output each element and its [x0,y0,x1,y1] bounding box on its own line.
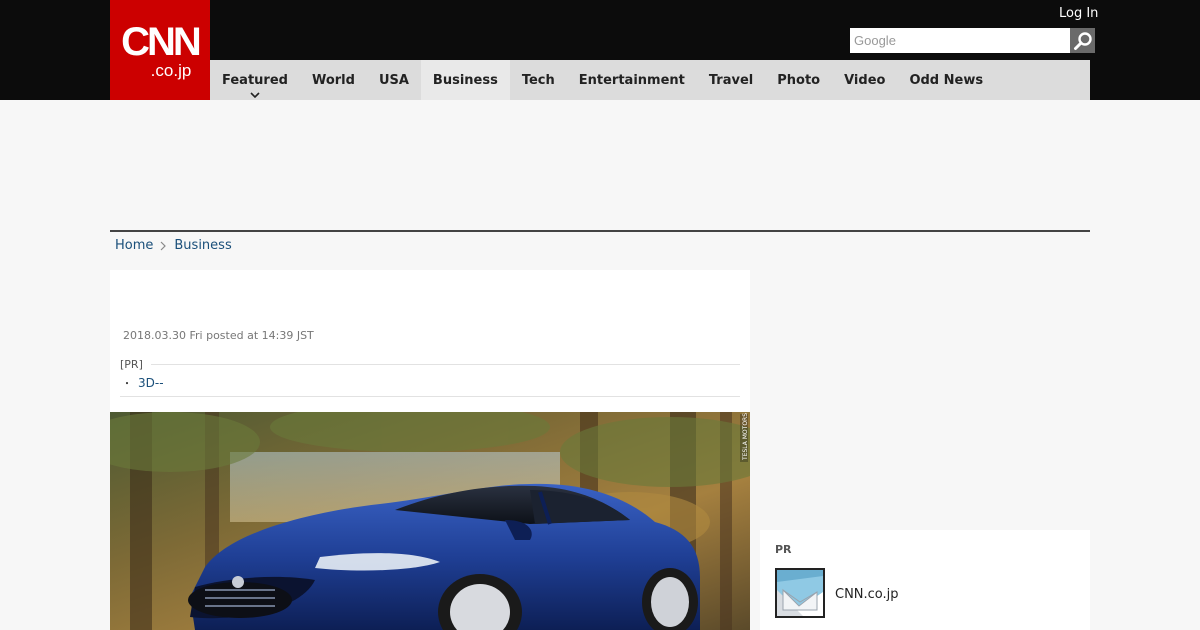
nav-item-entertainment[interactable]: Entertainment [567,60,697,100]
section-divider [110,230,1090,232]
breadcrumb-business[interactable]: Business [174,238,231,253]
nav-item-featured[interactable]: Featured [210,60,300,100]
nav-item-odd-news[interactable]: Odd News [897,60,995,100]
breadcrumb: Home Business [115,238,232,253]
article-photo: TESLA MOTORS [110,412,750,630]
bullet-icon: ・ [122,379,132,390]
photo-credit: TESLA MOTORS [742,413,749,461]
logo-main-text: CNN [121,20,202,64]
search-button[interactable] [1070,28,1095,53]
nav-item-label: Entertainment [578,72,685,88]
nav-item-travel[interactable]: Travel [697,60,765,100]
sidebar-pr-box: PR CNN.co.jp [760,530,1090,630]
sidebar-pr-thumbnail[interactable] [775,568,825,618]
nav-item-photo[interactable]: Photo [765,60,832,100]
nav-item-label: Odd News [909,72,984,88]
nav-item-usa[interactable]: USA [367,60,421,100]
chevron-down-icon [250,92,260,98]
nav-item-video[interactable]: Video [832,60,897,100]
nav-item-business[interactable]: Business [420,60,510,100]
main-nav: Featured World USA Business Tech Enterta… [210,60,1090,100]
pr-item: ・ 3D-- [122,375,164,391]
nav-item-label: Tech [521,72,555,88]
nav-item-label: Video [844,72,886,88]
nav-item-label: Business [432,72,498,88]
sidebar-pr-title[interactable]: CNN.co.jp [835,587,899,602]
nav-item-label: Featured [222,72,288,88]
pr-divider-bottom [120,396,740,397]
ad-banner-space [110,100,1090,230]
pr-link[interactable]: 3D-- [138,376,164,390]
cnn-logo[interactable]: CNN .co.jp [110,0,210,100]
magnifier-icon [1073,31,1092,50]
pr-header: [PR] [120,358,740,371]
pr-divider [150,364,740,365]
search-input[interactable] [850,28,1070,53]
nav-item-world[interactable]: World [300,60,367,100]
sidebar-pr-label: PR [775,543,792,556]
mail-icon [777,570,823,616]
pr-label: [PR] [120,358,143,371]
nav-item-tech[interactable]: Tech [510,60,567,100]
nav-item-label: Travel [708,72,754,88]
article-card: 2018.03.30 Fri posted at 14:39 JST [PR] … [110,270,750,412]
logo-domain-text: .co.jp [150,61,192,80]
login-link[interactable]: Log In [1059,6,1098,21]
nav-item-label: Photo [777,72,821,88]
chevron-right-icon [160,241,167,251]
nav-item-label: World [311,72,355,88]
nav-item-label: USA [378,72,409,88]
breadcrumb-home[interactable]: Home [115,238,153,253]
article-timestamp: 2018.03.30 Fri posted at 14:39 JST [123,329,314,342]
